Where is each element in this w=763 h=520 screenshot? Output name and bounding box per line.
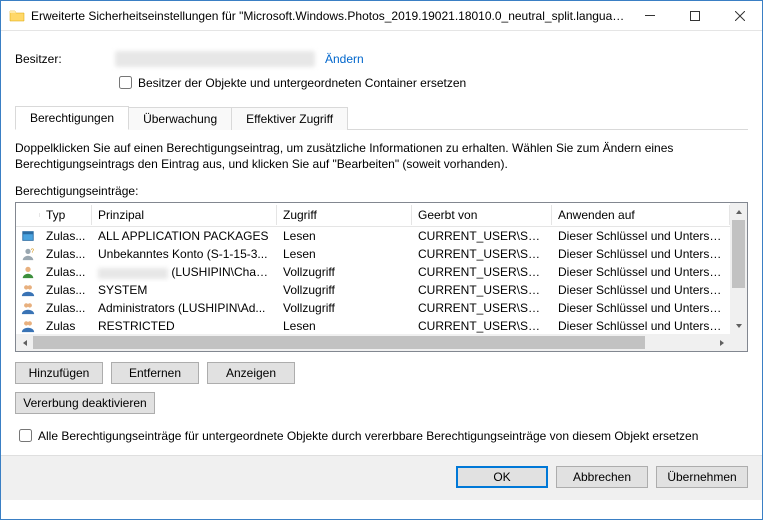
cell-type: Zulas...	[40, 280, 92, 300]
scroll-up-button[interactable]	[730, 203, 747, 220]
replace-owner-checkbox-row[interactable]: Besitzer der Objekte und untergeordneten…	[115, 73, 748, 92]
cell-principal: (LUSHIPIN\Chan...	[92, 262, 277, 282]
tabs: Berechtigungen Überwachung Effektiver Zu…	[15, 106, 748, 130]
horizontal-scroll-thumb[interactable]	[33, 336, 645, 349]
cell-applies: Dieser Schlüssel und Unterschl	[552, 244, 730, 264]
column-icon[interactable]	[16, 213, 40, 217]
cell-type: Zulas...	[40, 244, 92, 264]
column-applies[interactable]: Anwenden auf	[552, 205, 730, 225]
cell-access: Vollzugriff	[277, 280, 412, 300]
cell-type: Zulas...	[40, 298, 92, 318]
cell-inherited: CURRENT_USER\Softw...	[412, 244, 552, 264]
change-owner-link[interactable]: Ändern	[325, 52, 364, 66]
cell-principal: RESTRICTED	[92, 316, 277, 334]
cell-inherited: CURRENT_USER\Softw...	[412, 226, 552, 246]
table-row[interactable]: Zulas...ALL APPLICATION PACKAGESLesenCUR…	[16, 227, 730, 245]
cell-principal: SYSTEM	[92, 280, 277, 300]
cell-type: Zulas	[40, 316, 92, 334]
close-button[interactable]	[717, 1, 762, 31]
principal-icon	[16, 263, 40, 281]
disable-inheritance-button[interactable]: Vererbung deaktivieren	[15, 392, 155, 414]
scroll-down-button[interactable]	[730, 317, 747, 334]
replace-all-label: Alle Berechtigungseinträge für untergeor…	[38, 429, 698, 443]
cell-applies: Dieser Schlüssel und Unterschl	[552, 280, 730, 300]
principal-icon: ?	[16, 245, 40, 263]
replace-owner-checkbox[interactable]	[119, 76, 132, 89]
minimize-button[interactable]	[627, 1, 672, 31]
apply-button[interactable]: Übernehmen	[656, 466, 748, 488]
principal-icon	[16, 317, 40, 334]
ok-button[interactable]: OK	[456, 466, 548, 488]
cell-type: Zulas...	[40, 262, 92, 282]
table-row[interactable]: Zulas...Administrators (LUSHIPIN\Ad...Vo…	[16, 299, 730, 317]
dialog-content: Besitzer: Ändern Besitzer der Objekte un…	[1, 31, 762, 455]
cell-type: Zulas...	[40, 226, 92, 246]
cell-applies: Dieser Schlüssel und Unterschl	[552, 298, 730, 318]
table-row[interactable]: Zulas... (LUSHIPIN\Chan...VollzugriffCUR…	[16, 263, 730, 281]
scroll-left-button[interactable]	[16, 334, 33, 351]
cell-inherited: CURRENT_USER\Softw...	[412, 298, 552, 318]
table-row[interactable]: ? Zulas...Unbekanntes Konto (S-1-15-3...L…	[16, 245, 730, 263]
window-title: Erweiterte Sicherheitseinstellungen für …	[31, 9, 627, 23]
remove-button[interactable]: Entfernen	[111, 362, 199, 384]
add-button[interactable]: Hinzufügen	[15, 362, 103, 384]
principal-redacted	[98, 268, 168, 279]
cell-inherited: CURRENT_USER\Softw...	[412, 280, 552, 300]
permission-list: Typ Prinzipal Zugriff Geerbt von Anwende…	[15, 202, 748, 352]
cell-inherited: CURRENT_USER\Softw	[412, 316, 552, 334]
folder-icon	[9, 8, 25, 24]
tab-auditing[interactable]: Überwachung	[128, 107, 232, 130]
vertical-scrollbar[interactable]	[730, 203, 747, 334]
list-header: Typ Prinzipal Zugriff Geerbt von Anwende…	[16, 203, 730, 227]
view-button[interactable]: Anzeigen	[207, 362, 295, 384]
principal-icon	[16, 299, 40, 317]
principal-icon	[16, 281, 40, 299]
cell-access: Vollzugriff	[277, 298, 412, 318]
scrollbar-corner	[730, 334, 747, 351]
column-type[interactable]: Typ	[40, 205, 92, 225]
cell-principal: Unbekanntes Konto (S-1-15-3...	[92, 244, 277, 264]
maximize-button[interactable]	[672, 1, 717, 31]
scroll-right-button[interactable]	[713, 334, 730, 351]
cancel-button[interactable]: Abbrechen	[556, 466, 648, 488]
cell-applies: Dieser Schlüssel und Unterschl	[552, 226, 730, 246]
principal-icon	[16, 227, 40, 245]
cell-inherited: CURRENT_USER\Softw...	[412, 262, 552, 282]
tab-permissions[interactable]: Berechtigungen	[15, 106, 129, 130]
help-text: Doppelklicken Sie auf einen Berechtigung…	[15, 140, 748, 172]
horizontal-scrollbar[interactable]	[16, 334, 730, 351]
cell-access: Lesen	[277, 244, 412, 264]
table-row[interactable]: ZulasRESTRICTEDLesenCURRENT_USER\SoftwDi…	[16, 317, 730, 334]
table-row[interactable]: Zulas...SYSTEMVollzugriffCURRENT_USER\So…	[16, 281, 730, 299]
column-inherited[interactable]: Geerbt von	[412, 205, 552, 225]
dialog-footer: OK Abbrechen Übernehmen	[1, 455, 762, 500]
svg-text:?: ?	[31, 249, 35, 256]
replace-all-row[interactable]: Alle Berechtigungseinträge für untergeor…	[15, 426, 748, 445]
cell-applies: Dieser Schlüssel und Unterschl	[552, 262, 730, 282]
owner-value-redacted	[115, 51, 315, 67]
tab-effective-access[interactable]: Effektiver Zugriff	[231, 107, 348, 130]
cell-access: Vollzugriff	[277, 262, 412, 282]
list-label: Berechtigungseinträge:	[15, 184, 748, 198]
vertical-scroll-thumb[interactable]	[732, 220, 745, 288]
owner-label: Besitzer:	[15, 52, 115, 66]
cell-applies: Dieser Schlüssel und Unterschl	[552, 316, 730, 334]
cell-access: Lesen	[277, 226, 412, 246]
titlebar: Erweiterte Sicherheitseinstellungen für …	[1, 1, 762, 31]
cell-principal: ALL APPLICATION PACKAGES	[92, 226, 277, 246]
cell-principal: Administrators (LUSHIPIN\Ad...	[92, 298, 277, 318]
column-access[interactable]: Zugriff	[277, 205, 412, 225]
column-principal[interactable]: Prinzipal	[92, 205, 277, 225]
replace-owner-label: Besitzer der Objekte und untergeordneten…	[138, 76, 466, 90]
owner-row: Besitzer: Ändern	[15, 51, 748, 67]
cell-access: Lesen	[277, 316, 412, 334]
replace-all-checkbox[interactable]	[19, 429, 32, 442]
